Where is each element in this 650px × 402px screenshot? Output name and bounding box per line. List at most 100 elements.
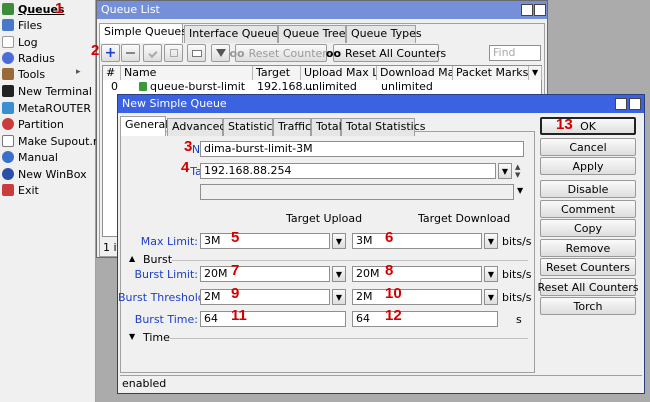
tab-queue-types[interactable]: Queue Types (346, 25, 422, 43)
max-limit-download-dropdown[interactable]: ▼ (484, 233, 498, 249)
dst-input[interactable] (200, 184, 514, 200)
tab-advanced[interactable]: Advanced (167, 118, 226, 136)
burst-time-download-input[interactable]: 64 (352, 311, 498, 327)
row-download: unlimited (381, 80, 433, 93)
sidebar-item-queues[interactable]: Queues (0, 1, 96, 17)
burst-time-upload-input[interactable]: 64 (200, 311, 346, 327)
sidebar-item-files[interactable]: Files (0, 17, 96, 33)
sidebar-item-label: New WinBox (18, 167, 87, 181)
sidebar-item-metarouter[interactable]: MetaROUTER (0, 100, 96, 116)
annotation-12: 12 (385, 307, 402, 324)
disable-button[interactable]: Disable (540, 180, 636, 198)
chevron-down-icon: ▼ (501, 166, 509, 176)
table-row[interactable]: 0 queue-burst-limit 192.168.... unlimite… (103, 80, 541, 94)
ok-button[interactable]: OK (540, 117, 636, 135)
sidebar-item-radius[interactable]: Radius (0, 50, 96, 66)
disable-button[interactable] (164, 44, 183, 62)
sidebar-item-log[interactable]: Log (0, 34, 96, 50)
remove-button[interactable] (121, 44, 140, 62)
name-input[interactable]: dima-burst-limit-3M (200, 141, 524, 157)
sidebar-item-partition[interactable]: Partition (0, 116, 96, 132)
up-down-icon[interactable]: ▲ ▼ (515, 163, 520, 179)
tab-queue-tree[interactable]: Queue Tree (278, 25, 346, 43)
comment-button[interactable] (187, 44, 206, 62)
reset-counters-button[interactable]: oo Reset Counters (229, 44, 333, 62)
partition-icon (2, 118, 14, 130)
sidebar-item-label: Tools (18, 67, 46, 81)
col-download-max[interactable]: Download Ma... (377, 66, 453, 80)
check-icon (147, 48, 158, 58)
filter-button[interactable] (211, 44, 230, 62)
max-limit-label: Max Limit: (140, 235, 198, 248)
burst-limit-unit: bits/s (502, 268, 532, 281)
col-target[interactable]: Target (253, 66, 301, 80)
sidebar-item-label: Exit (18, 183, 39, 197)
comment-button[interactable]: Comment (540, 200, 636, 218)
restore-button[interactable] (521, 4, 533, 16)
burst-collapse-icon[interactable]: ▲ (129, 254, 135, 263)
sidebar-item-label: Files (18, 18, 43, 32)
annotation-5: 5 (231, 229, 240, 246)
target-download-header: Target Download (418, 212, 511, 225)
target-input[interactable]: 192.168.88.254 (200, 163, 496, 179)
chevron-down-icon: ▼ (335, 236, 343, 246)
dst-dropdown-icon[interactable]: ▼ (517, 186, 523, 195)
annotation-10: 10 (385, 285, 402, 302)
tab-total-statistics[interactable]: Total Statistics (341, 118, 425, 136)
chevron-down-icon: ▼ (487, 236, 495, 246)
burst-limit-upload-input[interactable]: 20M (200, 266, 330, 282)
oo-icon: oo (229, 46, 245, 60)
torch-button[interactable]: Torch (540, 297, 636, 315)
tab-general[interactable]: General (120, 116, 168, 136)
col-upload-max[interactable]: Upload Max Li... (301, 66, 377, 80)
burst-threshold-upload-input[interactable]: 2M (200, 289, 330, 305)
sidebar-item-make-supout[interactable]: Make Supout.rif (0, 133, 104, 149)
sidebar-item-label: Radius (18, 51, 55, 65)
remove-button[interactable]: Remove (540, 239, 636, 257)
annotation-1: 1 (55, 0, 64, 17)
files-icon (2, 19, 14, 31)
tab-traffic[interactable]: Traffic (273, 118, 311, 136)
max-limit-upload-input[interactable]: 3M (200, 233, 330, 249)
burst-threshold-download-input[interactable]: 2M (352, 289, 482, 305)
max-limit-unit: bits/s (502, 235, 532, 248)
col-packet-marks[interactable]: Packet Marks (453, 66, 529, 80)
burst-threshold-upload-dropdown[interactable]: ▼ (332, 289, 346, 305)
col-number[interactable]: # (103, 66, 121, 80)
tab-simple-queues[interactable]: Simple Queues (99, 23, 187, 43)
add-button[interactable]: + (101, 44, 120, 62)
burst-threshold-download-dropdown[interactable]: ▼ (484, 289, 498, 305)
reset-all-counters-button[interactable]: oo Reset All Counters (326, 44, 446, 62)
sidebar-item-exit[interactable]: Exit (0, 182, 96, 198)
sidebar-item-new-terminal[interactable]: New Terminal (0, 83, 96, 99)
sidebar-item-manual[interactable]: Manual (0, 149, 96, 165)
enable-button[interactable] (143, 44, 162, 62)
target-dropdown[interactable]: ▼ (498, 163, 512, 179)
close-button[interactable] (629, 98, 641, 110)
find-input[interactable]: Find (489, 45, 541, 61)
col-name[interactable]: Name (121, 66, 253, 80)
max-limit-upload-dropdown[interactable]: ▼ (332, 233, 346, 249)
sidebar-item-new-winbox[interactable]: New WinBox (0, 166, 96, 182)
burst-limit-upload-dropdown[interactable]: ▼ (332, 266, 346, 282)
columns-dropdown[interactable]: ▼ (529, 66, 542, 80)
sidebar-item-tools[interactable]: Tools ▸ (0, 66, 96, 82)
queue-list-titlebar: Queue List (97, 1, 547, 19)
reset-all-counters-button[interactable]: Reset All Counters (537, 278, 639, 296)
burst-limit-download-input[interactable]: 20M (352, 266, 482, 282)
max-limit-download-input[interactable]: 3M (352, 233, 482, 249)
sidebar-item-label: Partition (18, 117, 64, 131)
cancel-button[interactable]: Cancel (540, 138, 636, 156)
tab-total[interactable]: Total (311, 118, 342, 136)
window-title: New Simple Queue (122, 97, 227, 110)
reset-counters-button[interactable]: Reset Counters (540, 258, 636, 276)
time-expand-icon[interactable]: ▼ (129, 332, 135, 341)
copy-button[interactable]: Copy (540, 219, 636, 237)
apply-button[interactable]: Apply (540, 157, 636, 175)
burst-limit-download-dropdown[interactable]: ▼ (484, 266, 498, 282)
tab-interface-queues[interactable]: Interface Queues (184, 25, 284, 43)
tab-statistics[interactable]: Statistics (223, 118, 278, 136)
restore-button[interactable] (615, 98, 627, 110)
status-bar: enabled (120, 375, 642, 392)
close-button[interactable] (534, 4, 546, 16)
